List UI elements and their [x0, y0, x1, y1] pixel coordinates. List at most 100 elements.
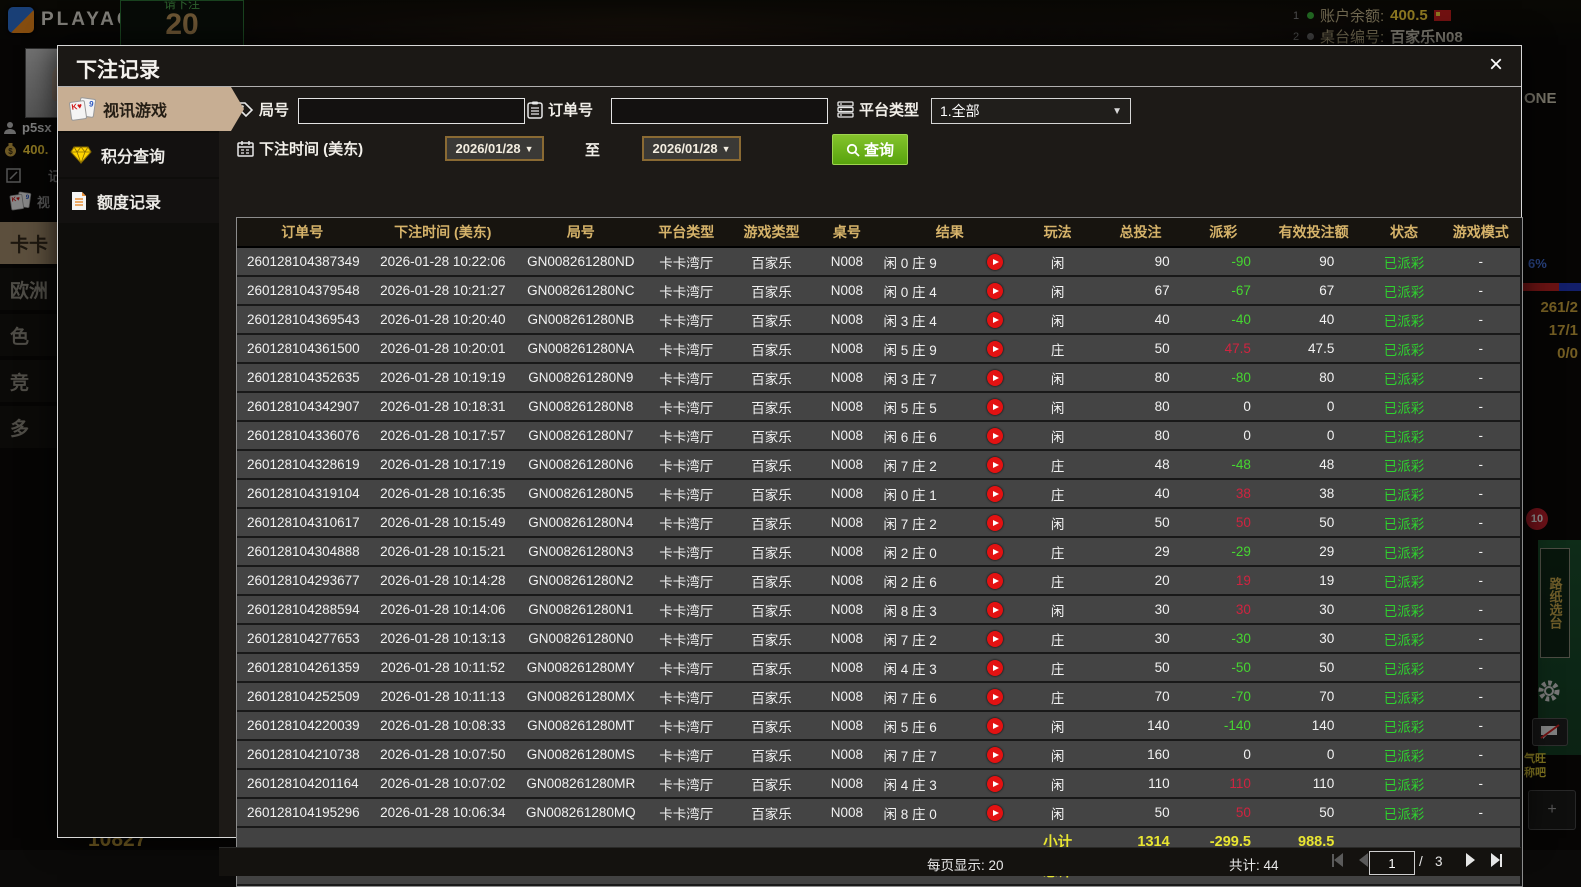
result-cell: 闲 5 庄 6: [879, 711, 1020, 740]
date-from-picker[interactable]: 2026/01/28 ▼: [445, 136, 544, 161]
valid-bet-cell: 0: [1261, 392, 1366, 421]
replay-button[interactable]: [987, 370, 1003, 386]
replay-button[interactable]: [987, 689, 1003, 705]
platform-cell: 卡卡湾厅: [644, 276, 729, 305]
replay-button[interactable]: [987, 747, 1003, 763]
round-id-cell: GN008261280N2: [518, 566, 643, 595]
bet-side-cell: 闲: [1020, 769, 1095, 798]
table-row: 2601281043360762026-01-28 10:17:57GN0082…: [237, 421, 1520, 450]
result-cell: 闲 4 庄 3: [879, 653, 1020, 682]
total-bet-cell: 80: [1095, 363, 1185, 392]
search-button[interactable]: 查询: [832, 134, 908, 165]
bet-side-cell: 闲: [1020, 798, 1095, 827]
replay-button[interactable]: [987, 428, 1003, 444]
game-mode-cell: -: [1442, 711, 1520, 740]
replay-button[interactable]: [987, 805, 1003, 821]
total-bet-cell: 29: [1095, 537, 1185, 566]
payout-cell: -70: [1186, 682, 1261, 711]
valid-bet-cell: 48: [1261, 450, 1366, 479]
valid-bet-cell: 0: [1261, 740, 1366, 769]
table-number-cell: N008: [814, 740, 879, 769]
game-mode-cell: -: [1442, 363, 1520, 392]
round-id-cell: GN008261280N6: [518, 450, 643, 479]
payout-cell: -80: [1186, 363, 1261, 392]
game-mode-cell: -: [1442, 276, 1520, 305]
table-row: 2601281042011642026-01-28 10:07:02GN0082…: [237, 769, 1520, 798]
replay-button[interactable]: [987, 660, 1003, 676]
replay-button[interactable]: [987, 631, 1003, 647]
table-row: 2601281041952962026-01-28 10:06:34GN0082…: [237, 798, 1520, 827]
label-text: 下注时间 (美东): [259, 138, 363, 159]
table-row: 2601281043106172026-01-28 10:15:49GN0082…: [237, 508, 1520, 537]
result-text: 闲 4 庄 3: [883, 774, 965, 794]
payout-cell: 50: [1186, 798, 1261, 827]
close-button[interactable]: ×: [1489, 52, 1503, 78]
replay-button[interactable]: [987, 515, 1003, 531]
order-number-cell: 260128104336076: [237, 421, 368, 450]
game-mode-cell: -: [1442, 450, 1520, 479]
total-bet-cell: 90: [1095, 247, 1185, 276]
bet-records-modal: 下注记录 × 9K♥ 视讯游戏 积分查询 额度记录 局号 订单号 平台类型: [57, 45, 1522, 838]
search-icon: [846, 143, 860, 157]
game-mode-cell: -: [1442, 740, 1520, 769]
order-input[interactable]: [611, 98, 828, 124]
result-cell: 闲 2 庄 0: [879, 537, 1020, 566]
sidebar-item-video-games[interactable]: 9K♥ 视讯游戏: [58, 87, 244, 131]
replay-button[interactable]: [987, 573, 1003, 589]
clipboard-icon: [527, 101, 543, 119]
bet-side-cell: 闲: [1020, 711, 1095, 740]
platform-select[interactable]: 1.全部 ▼: [931, 98, 1131, 124]
game-mode-cell: -: [1442, 595, 1520, 624]
page-number-input[interactable]: [1369, 851, 1415, 875]
round-filter-label: 局号: [237, 99, 289, 120]
replay-button[interactable]: [987, 254, 1003, 270]
order-number-cell: 260128104328619: [237, 450, 368, 479]
replay-button[interactable]: [987, 457, 1003, 473]
status-cell: 已派彩: [1366, 537, 1441, 566]
valid-bet-cell: 70: [1261, 682, 1366, 711]
column-header: 状态: [1366, 218, 1441, 247]
replay-button[interactable]: [987, 718, 1003, 734]
column-header: 局号: [518, 218, 643, 247]
replay-button[interactable]: [987, 544, 1003, 560]
game-type-cell: 百家乐: [729, 450, 814, 479]
valid-bet-cell: 90: [1261, 247, 1366, 276]
replay-button[interactable]: [987, 776, 1003, 792]
result-text: 闲 7 庄 6: [883, 687, 965, 707]
bet-time-cell: 2026-01-28 10:22:06: [368, 247, 519, 276]
round-input[interactable]: [298, 98, 525, 124]
bet-time-cell: 2026-01-28 10:16:35: [368, 479, 519, 508]
replay-button[interactable]: [987, 602, 1003, 618]
platform-cell: 卡卡湾厅: [644, 566, 729, 595]
search-button-label: 查询: [864, 139, 894, 160]
cards-icon: 9K♥: [70, 98, 94, 120]
records-table: 订单号下注时间 (美东)局号平台类型游戏类型桌号结果玩法总投注派彩有效投注额状态…: [236, 217, 1523, 887]
sidebar-item-quota-records[interactable]: 额度记录: [58, 179, 219, 223]
next-page-button[interactable]: [1466, 853, 1475, 867]
replay-button[interactable]: [987, 283, 1003, 299]
status-cell: 已派彩: [1366, 247, 1441, 276]
table-row: 2601281042936772026-01-28 10:14:28GN0082…: [237, 566, 1520, 595]
result-cell: 闲 7 庄 6: [879, 682, 1020, 711]
date-to-picker[interactable]: 2026/01/28 ▼: [642, 136, 741, 161]
prev-page-button[interactable]: [1359, 853, 1368, 867]
bet-side-cell: 闲: [1020, 247, 1095, 276]
replay-button[interactable]: [987, 341, 1003, 357]
platform-cell: 卡卡湾厅: [644, 392, 729, 421]
status-cell: 已派彩: [1366, 653, 1441, 682]
game-type-cell: 百家乐: [729, 479, 814, 508]
last-page-button[interactable]: [1491, 853, 1502, 867]
column-header: 平台类型: [644, 218, 729, 247]
replay-button[interactable]: [987, 399, 1003, 415]
replay-button[interactable]: [987, 312, 1003, 328]
first-page-button[interactable]: [1332, 853, 1343, 867]
column-header: 下注时间 (美东): [368, 218, 519, 247]
sidebar-item-points-query[interactable]: 积分查询: [58, 133, 219, 177]
sidebar-item-label: 视讯游戏: [103, 97, 167, 121]
order-number-cell: 260128104277653: [237, 624, 368, 653]
modal-sidebar: 9K♥ 视讯游戏 积分查询 额度记录: [58, 87, 219, 837]
order-number-cell: 260128104261359: [237, 653, 368, 682]
column-header: 结果: [879, 218, 1020, 247]
column-header: 玩法: [1020, 218, 1095, 247]
replay-button[interactable]: [987, 486, 1003, 502]
